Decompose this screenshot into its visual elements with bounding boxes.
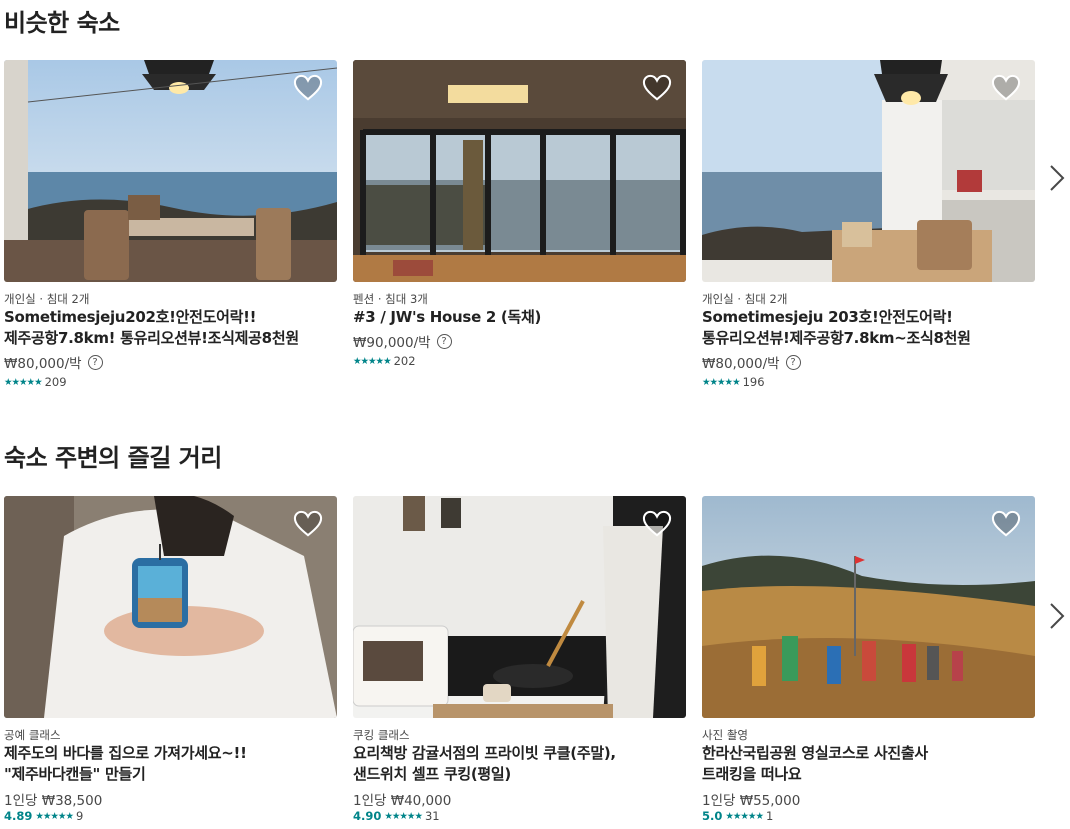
listing-name-line1[interactable]: Sometimesjeju 203호!안전도어락!	[702, 307, 1035, 328]
review-count: 209	[44, 375, 67, 389]
experience-price: 1인당 ₩38,500	[4, 793, 103, 809]
star-rating-icon: ★★★★★	[353, 355, 392, 367]
section-title-nearby-experiences: 숙소 주변의 즐길 거리	[4, 444, 222, 472]
listing-card[interactable]: 펜션 · 침대 3개 #3 / JW's House 2 (독채) ₩90,00…	[353, 60, 686, 368]
listing-name-line1[interactable]: #3 / JW's House 2 (독채)	[353, 307, 686, 328]
review-count: 9	[75, 809, 84, 823]
chevron-right-icon[interactable]	[1048, 163, 1066, 193]
listing-photo[interactable]	[4, 60, 337, 282]
star-rating-icon: ★★★★★	[725, 810, 764, 822]
review-count: 1	[765, 809, 774, 823]
star-rating-icon: ★★★★★	[4, 376, 43, 388]
heart-icon[interactable]	[293, 510, 323, 538]
experience-photo[interactable]	[353, 496, 686, 718]
experience-category: 쿠킹 클래스	[353, 728, 410, 742]
listing-name-line1[interactable]: Sometimesjeju202호!안전도어락!!	[4, 307, 337, 328]
price-text: ₩80,000/박	[4, 356, 82, 372]
rating-score: 4.90	[353, 809, 382, 823]
experience-photo[interactable]	[702, 496, 1035, 718]
listing-card[interactable]: 개인실 · 침대 2개 Sometimesjeju 203호!안전도어락! 통유…	[702, 60, 1035, 389]
section-title-similar-listings: 비슷한 숙소	[4, 9, 120, 37]
star-rating-icon: ★★★★★	[702, 376, 741, 388]
experience-name-line2[interactable]: 샌드위치 셀프 쿠킹(평일)	[353, 764, 686, 785]
listing-price: ₩90,000/박?	[353, 331, 686, 351]
listing-name-line2[interactable]: 통유리오션뷰!제주공항7.8km~조식8천원	[702, 328, 1035, 349]
experience-name-line1[interactable]: 제주도의 바다를 집으로 가져가세요~!!	[4, 743, 337, 764]
price-text: ₩90,000/박	[353, 335, 431, 351]
listing-rating: ★★★★★ 196	[702, 375, 1035, 389]
experience-photo[interactable]	[4, 496, 337, 718]
rating-score: 5.0	[702, 809, 723, 823]
question-circle-icon[interactable]: ?	[87, 354, 103, 370]
listing-price: ₩80,000/박?	[4, 352, 337, 372]
experience-rating: 4.89 ★★★★★ 9	[4, 809, 337, 823]
experience-rating: 5.0 ★★★★★ 1	[702, 809, 1035, 823]
star-rating-icon: ★★★★★	[35, 810, 74, 822]
listing-price: ₩80,000/박?	[702, 352, 1035, 372]
rating-score: 4.89	[4, 809, 33, 823]
star-rating-icon: ★★★★★	[384, 810, 423, 822]
price-text: ₩80,000/박	[702, 356, 780, 372]
listing-photo[interactable]	[353, 60, 686, 282]
heart-icon[interactable]	[991, 74, 1021, 102]
experience-name-line1[interactable]: 한라산국립공원 영실코스로 사진출사	[702, 743, 1035, 764]
heart-icon[interactable]	[642, 510, 672, 538]
chevron-right-icon[interactable]	[1048, 601, 1066, 631]
question-circle-icon[interactable]: ?	[785, 354, 801, 370]
experience-price: 1인당 ₩40,000	[353, 793, 452, 809]
experience-price: 1인당 ₩55,000	[702, 793, 801, 809]
experience-card[interactable]: 쿠킹 클래스 요리책방 감귤서점의 프라이빗 쿠클(주말), 샌드위치 셀프 쿠…	[353, 496, 686, 823]
listing-name-line2[interactable]: 제주공항7.8km! 통유리오션뷰!조식제공8천원	[4, 328, 337, 349]
experience-card[interactable]: 사진 촬영 한라산국립공원 영실코스로 사진출사 트래킹을 떠나요 1인당 ₩5…	[702, 496, 1035, 823]
question-circle-icon[interactable]: ?	[436, 333, 452, 349]
listing-rating: ★★★★★ 202	[353, 354, 686, 368]
heart-icon[interactable]	[642, 74, 672, 102]
review-count: 202	[393, 354, 416, 368]
heart-icon[interactable]	[991, 510, 1021, 538]
experience-name-line2[interactable]: 트래킹을 떠나요	[702, 764, 1035, 785]
listing-meta: 펜션 · 침대 3개	[353, 292, 428, 306]
review-count: 196	[742, 375, 765, 389]
listing-card[interactable]: 개인실 · 침대 2개 Sometimesjeju202호!안전도어락!! 제주…	[4, 60, 337, 389]
listing-rating: ★★★★★ 209	[4, 375, 337, 389]
experience-name-line1[interactable]: 요리책방 감귤서점의 프라이빗 쿠클(주말),	[353, 743, 686, 764]
heart-icon[interactable]	[293, 74, 323, 102]
review-count: 31	[424, 809, 440, 823]
listing-meta: 개인실 · 침대 2개	[4, 292, 90, 306]
experience-name-line2[interactable]: "제주바다캔들" 만들기	[4, 764, 337, 785]
experience-category: 공예 클래스	[4, 728, 61, 742]
experience-rating: 4.90 ★★★★★ 31	[353, 809, 686, 823]
experience-category: 사진 촬영	[702, 728, 748, 742]
experience-card[interactable]: 공예 클래스 제주도의 바다를 집으로 가져가세요~!! "제주바다캔들" 만들…	[4, 496, 337, 823]
listing-meta: 개인실 · 침대 2개	[702, 292, 788, 306]
listing-photo[interactable]	[702, 60, 1035, 282]
